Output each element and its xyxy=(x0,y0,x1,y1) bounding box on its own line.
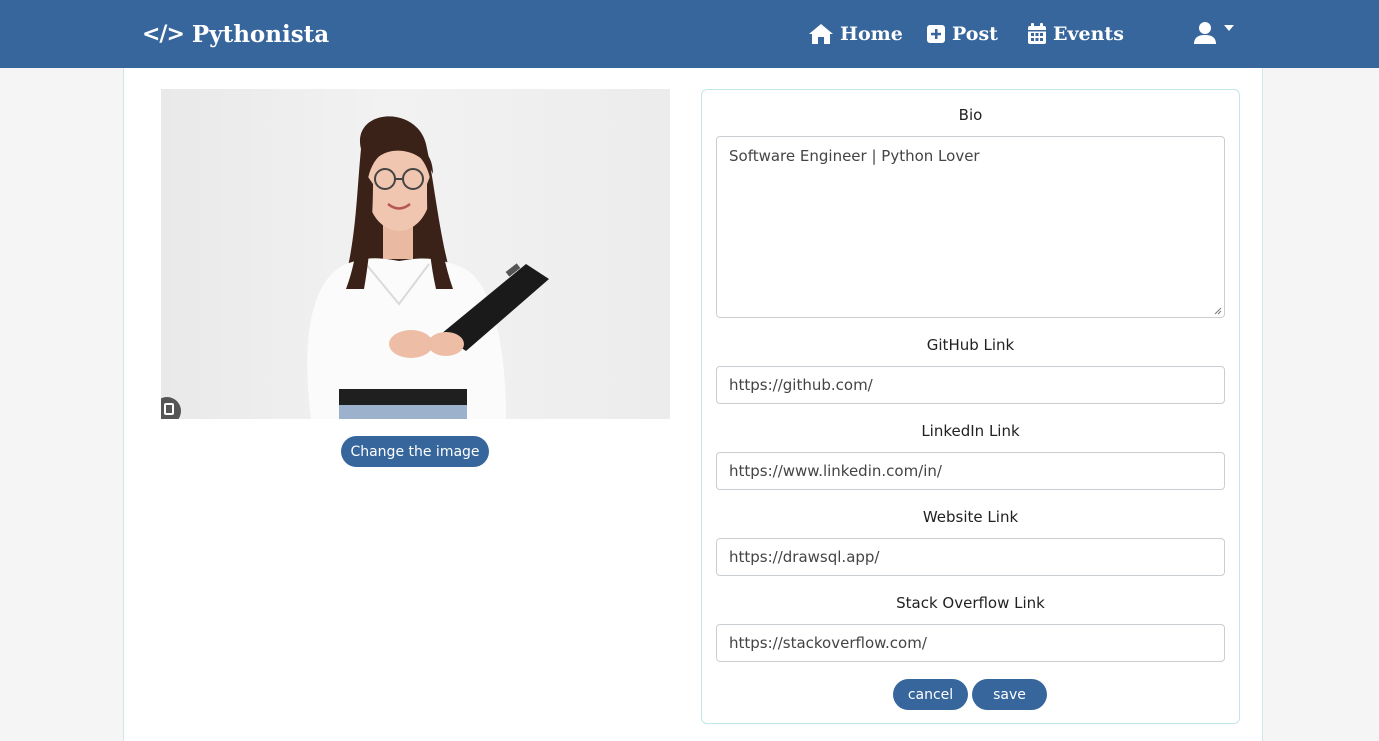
website-input[interactable]: https://drawsql.app/ xyxy=(716,538,1225,576)
nav-events-label: Events xyxy=(1053,23,1124,45)
nav-post[interactable]: Post xyxy=(926,20,998,48)
website-label: Website Link xyxy=(922,508,1019,526)
profile-photo xyxy=(161,89,670,419)
save-button[interactable]: save xyxy=(972,679,1047,710)
linkedin-input-value: https://www.linkedin.com/in/ xyxy=(729,462,942,480)
brand-name: Pythonista xyxy=(191,20,330,48)
website-input-value: https://drawsql.app/ xyxy=(729,548,880,566)
profile-photo-illustration xyxy=(307,116,549,419)
resize-grip-icon[interactable] xyxy=(1214,307,1222,315)
calendar-icon xyxy=(1028,23,1046,44)
user-icon xyxy=(1194,22,1216,44)
nav-home-label: Home xyxy=(840,23,903,45)
brand-logo[interactable]: </> Pythonista xyxy=(142,17,329,51)
change-image-button[interactable]: Change the image xyxy=(341,436,489,467)
nav-home[interactable]: Home xyxy=(808,20,903,48)
bio-textarea[interactable]: Software Engineer | Python Lover xyxy=(716,136,1225,318)
linkedin-input[interactable]: https://www.linkedin.com/in/ xyxy=(716,452,1225,490)
user-menu[interactable] xyxy=(1193,20,1235,46)
stackoverflow-label: Stack Overflow Link xyxy=(896,594,1045,612)
caret-down-icon xyxy=(1224,25,1234,31)
stackoverflow-input-value: https://stackoverflow.com/ xyxy=(729,634,927,652)
plus-square-icon xyxy=(927,25,945,43)
github-label: GitHub Link xyxy=(926,336,1015,354)
navbar: </> Pythonista Home Post Events xyxy=(0,0,1379,68)
github-input[interactable]: https://github.com/ xyxy=(716,366,1225,404)
nav-events[interactable]: Events xyxy=(1027,20,1124,48)
stackoverflow-input[interactable]: https://stackoverflow.com/ xyxy=(716,624,1225,662)
code-icon: </> xyxy=(142,21,185,47)
nav-post-label: Post xyxy=(952,23,998,45)
cancel-button[interactable]: cancel xyxy=(893,679,968,710)
linkedin-label: LinkedIn Link xyxy=(921,422,1020,440)
bio-text: Software Engineer | Python Lover xyxy=(729,147,980,165)
github-input-value: https://github.com/ xyxy=(729,376,873,394)
home-icon xyxy=(809,24,833,44)
bio-label: Bio xyxy=(958,106,983,124)
